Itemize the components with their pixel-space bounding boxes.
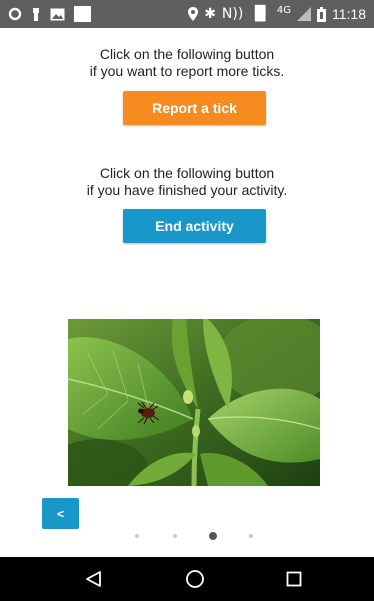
nav-recents-button[interactable] [264,557,324,601]
person-icon [33,8,39,21]
recents-square-icon [286,571,302,587]
back-triangle-icon [86,571,101,587]
previous-button[interactable]: < [42,498,79,529]
bluetooth-icon: ✱ [204,6,216,22]
tick-photo-illustration [68,319,320,486]
status-bar: ✱ N)) ▐▌ 4G 11:18 [0,0,374,28]
page-dot-2 [173,534,177,538]
white-square-icon [74,6,91,22]
page-dot-3-active [209,532,217,540]
page-indicator [0,531,374,541]
end-message-line-2: if you have finished your activity. [86,182,288,198]
report-tick-button[interactable]: Report a tick [123,91,266,125]
vibrate-icon: ▐▌ [249,6,271,22]
battery-icon [317,6,326,22]
report-message-line-2: if you want to report more ticks. [89,63,285,79]
status-time: 11:18 [332,6,366,22]
tick-photo [68,319,320,486]
page-dot-4 [249,534,253,538]
end-message-line-1: Click on the following button [99,165,275,181]
circle-icon [8,7,22,21]
location-icon [188,7,199,21]
status-left-icons [8,5,91,23]
nfc-icon: N)) [221,6,244,22]
image-icon [50,8,65,20]
report-message: Click on the following button if you wan… [0,46,374,80]
end-message: Click on the following button if you hav… [0,165,374,199]
status-right-icons: ✱ N)) ▐▌ 4G 11:18 [188,4,366,24]
navigation-bar [0,557,374,601]
page-dot-1 [135,534,139,538]
signal-icon [297,7,311,21]
network-type: 4G [276,4,291,16]
report-message-line-1: Click on the following button [99,46,275,62]
home-circle-icon [186,570,204,588]
nav-back-button[interactable] [63,557,123,601]
nav-home-button[interactable] [165,557,225,601]
end-activity-button[interactable]: End activity [123,209,266,243]
